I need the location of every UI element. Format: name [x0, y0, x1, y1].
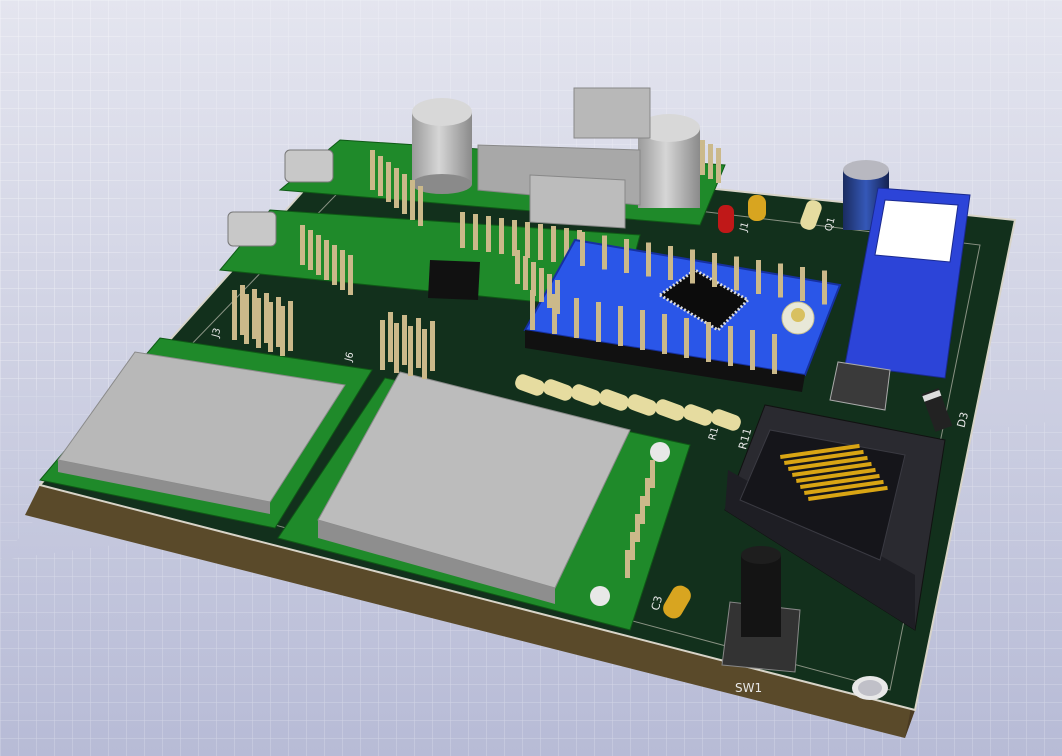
header-pin [386, 162, 391, 202]
arduino-pin [822, 270, 827, 305]
arduino-pin [712, 253, 717, 287]
arduino-pin [772, 334, 777, 374]
header-pin [499, 218, 504, 254]
j6-pin [430, 321, 435, 371]
j6-pin [402, 315, 407, 365]
tactile-switch-stem-top [741, 546, 781, 564]
module-pin [650, 460, 655, 488]
header-pin [340, 250, 345, 290]
blue-relay-window [874, 199, 959, 263]
module-ic [428, 260, 480, 300]
header-pin [402, 174, 407, 214]
header-pin [316, 235, 321, 275]
led-red [718, 205, 734, 233]
header-pin [332, 245, 337, 285]
module-hole-2 [650, 442, 670, 462]
module-pin [630, 532, 635, 560]
header-pin [348, 255, 353, 295]
module-pin [625, 550, 630, 578]
module-pin [645, 478, 650, 506]
arduino-pin [602, 235, 607, 270]
header-pin [308, 230, 313, 270]
header-pin [370, 150, 375, 190]
arduino-pin [684, 318, 689, 358]
header-pin [525, 222, 530, 258]
inductor-block-front [529, 174, 626, 229]
j3-pin [288, 301, 293, 351]
header-pin [378, 156, 383, 196]
arduino-pin [750, 330, 755, 370]
blue-capacitor-top [843, 160, 889, 180]
arduino-pin [547, 274, 552, 308]
silk-label-sw1: SW1 [735, 681, 762, 695]
header-pin [486, 216, 491, 252]
capacitor-small [748, 195, 766, 221]
header-pin [418, 186, 423, 226]
header-pin [300, 225, 305, 265]
header-pin [473, 214, 478, 250]
arduino-pin [706, 322, 711, 362]
header-pin [700, 140, 705, 175]
arduino-pin [778, 263, 783, 298]
arduino-pin [640, 310, 645, 350]
arduino-pin [734, 256, 739, 291]
header-pin [324, 240, 329, 280]
header-pin [716, 148, 721, 183]
header-pin [460, 212, 465, 248]
micro-usb-connector-2 [227, 211, 277, 247]
j3-pin [256, 298, 261, 348]
arduino-pin [539, 268, 544, 302]
arduino-pin [662, 314, 667, 354]
j3-pin [244, 294, 249, 344]
capacitor-cylinder-1-top [412, 98, 472, 126]
header-pin [538, 224, 543, 260]
arduino-pin [580, 232, 585, 266]
arduino-pin [668, 246, 673, 280]
arduino-pin [618, 306, 623, 346]
arduino-pin [624, 239, 629, 273]
header-pin [708, 144, 713, 179]
header-pin [410, 180, 415, 220]
header-pin [394, 168, 399, 208]
reset-button-cap [791, 308, 805, 322]
tactile-switch-stem [741, 555, 781, 637]
arduino-pin [690, 249, 695, 284]
arduino-pin [515, 250, 520, 284]
j6-pin [380, 320, 385, 370]
arduino-pin [531, 262, 536, 296]
arduino-pin [646, 242, 651, 277]
arduino-pin [756, 260, 761, 294]
arduino-pin [555, 280, 560, 314]
header-pin [551, 226, 556, 262]
j3-pin [268, 302, 273, 352]
j6-pin [416, 318, 421, 368]
arduino-pin [596, 302, 601, 342]
arduino-pin [574, 298, 579, 338]
arduino-pin [523, 256, 528, 290]
j6-pin [422, 329, 427, 379]
micro-usb-connector-1 [284, 149, 334, 183]
module-hole-1 [590, 586, 610, 606]
relay-block-top [573, 87, 651, 139]
arduino-pin [728, 326, 733, 366]
3d-viewer-canvas[interactable]: SW1 C3 D3 R11 R1 J3 J6 J1 Q1 [0, 0, 1062, 756]
j3-pin [280, 306, 285, 356]
j6-pin [388, 312, 393, 362]
j6-pin [394, 323, 399, 373]
module-pin [635, 514, 640, 542]
j6-pin [408, 326, 413, 376]
j3-pin [232, 290, 237, 340]
arduino-pin [800, 267, 805, 301]
module-pin [640, 496, 645, 524]
mounting-hole-inner [858, 680, 882, 696]
